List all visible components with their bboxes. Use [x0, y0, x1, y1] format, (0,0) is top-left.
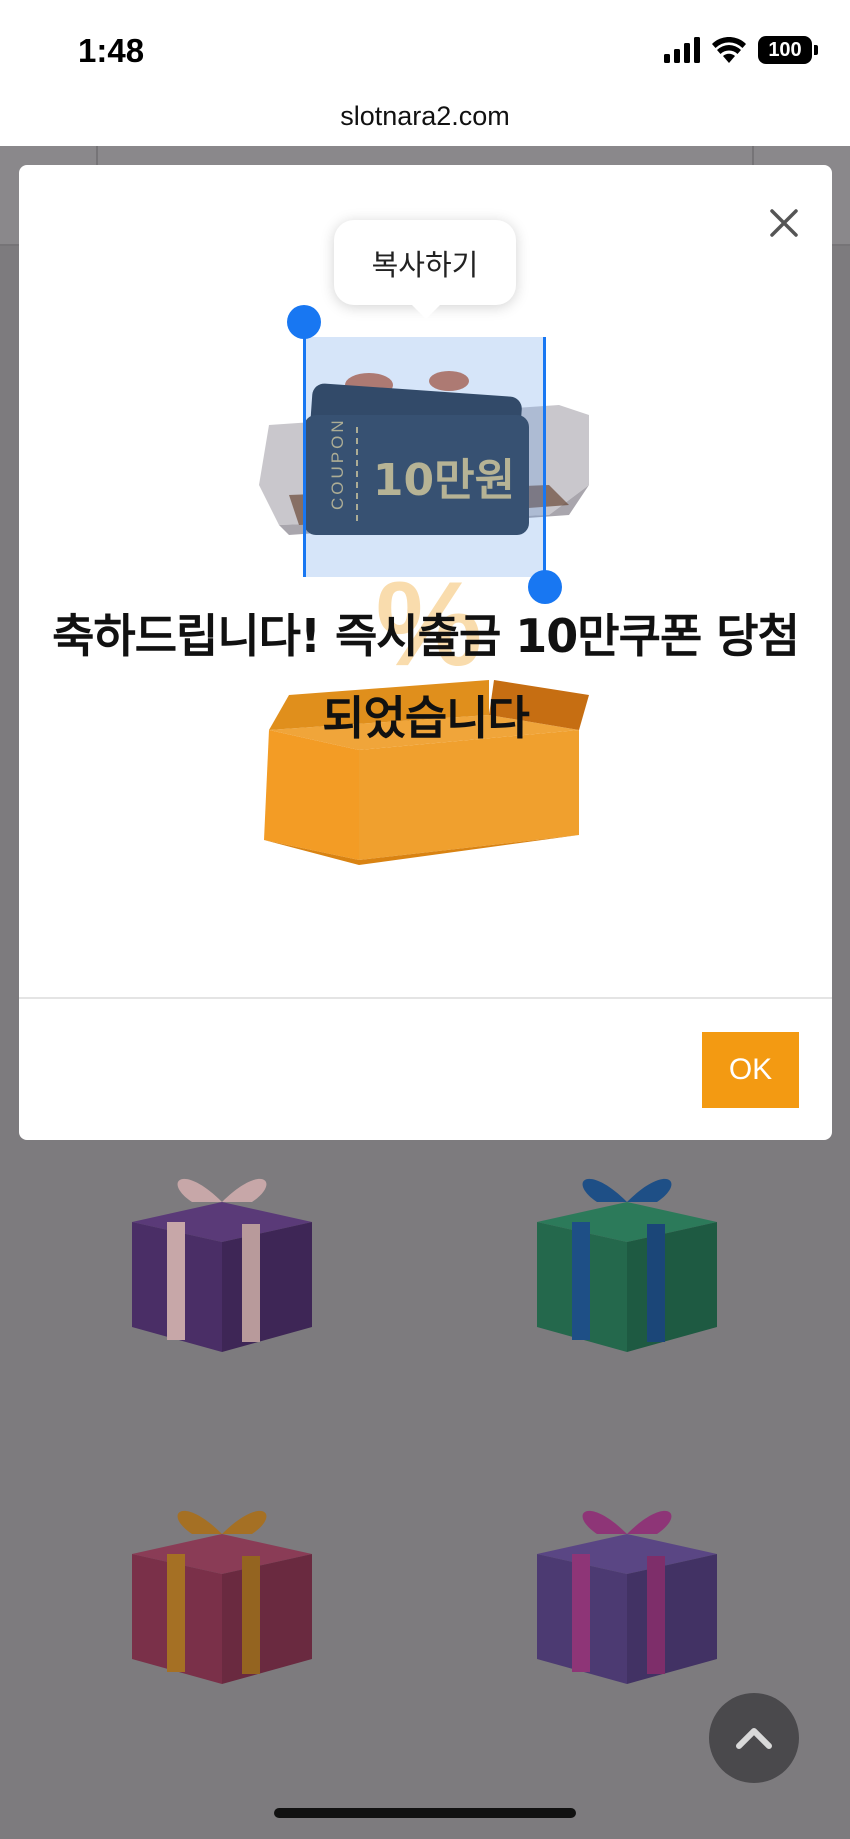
- battery-icon: 100: [758, 36, 818, 64]
- status-icons: 100: [664, 36, 818, 64]
- home-indicator: [274, 1808, 576, 1818]
- url-text: slotnara2.com: [340, 101, 510, 131]
- ok-button[interactable]: OK: [702, 1032, 799, 1108]
- gift-box-green[interactable]: [527, 1162, 727, 1362]
- selection-handle-end-line: [543, 337, 546, 582]
- status-bar: 1:48 100: [0, 0, 850, 100]
- wifi-icon: [712, 37, 746, 63]
- gift-box-violet[interactable]: [527, 1494, 727, 1694]
- chevron-up-icon: [736, 1728, 772, 1749]
- text-selection-highlight: [304, 337, 546, 577]
- gift-box-red[interactable]: [122, 1494, 322, 1694]
- close-icon[interactable]: [764, 203, 804, 243]
- selection-handle-start-line: [303, 315, 306, 577]
- copy-tooltip[interactable]: 복사하기: [334, 220, 516, 319]
- gift-box-purple[interactable]: [122, 1162, 322, 1362]
- signal-icon: [664, 37, 700, 63]
- modal-headline: 축하드립니다! 즉시출금 10만쿠폰 당첨 되었습니다: [52, 609, 800, 745]
- selection-handle-start[interactable]: [287, 305, 321, 339]
- scroll-top-button[interactable]: [709, 1693, 799, 1783]
- address-bar[interactable]: slotnara2.com: [0, 96, 850, 146]
- coupon-modal: COUPON 10만원 % 복사하기 축하드립니다! 즉시출금 10만쿠폰 당첨…: [19, 165, 832, 1140]
- modal-divider: [19, 997, 832, 999]
- status-time: 1:48: [78, 32, 145, 69]
